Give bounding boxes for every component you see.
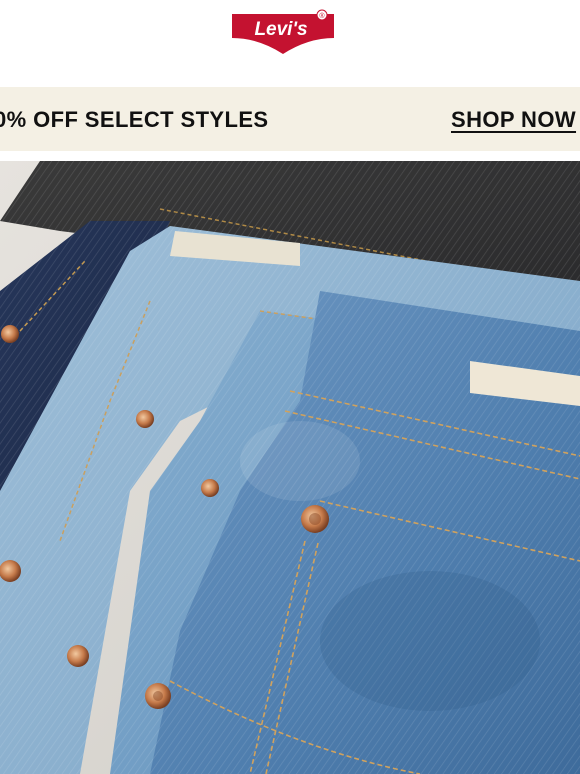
stacked-denim-jeans-photo xyxy=(0,161,580,774)
email-header: Levi's ® xyxy=(0,0,580,86)
shop-now-link[interactable]: SHOP NOW xyxy=(451,107,576,133)
promo-text: 0% OFF SELECT STYLES xyxy=(0,107,269,132)
levis-logo[interactable]: Levi's ® xyxy=(230,8,336,56)
registered-mark: ® xyxy=(319,12,325,20)
promo-banner: 0% OFF SELECT STYLES SHOP NOW xyxy=(0,87,580,151)
logo-wordmark: Levi's xyxy=(254,19,307,40)
hero-image[interactable] xyxy=(0,161,580,774)
